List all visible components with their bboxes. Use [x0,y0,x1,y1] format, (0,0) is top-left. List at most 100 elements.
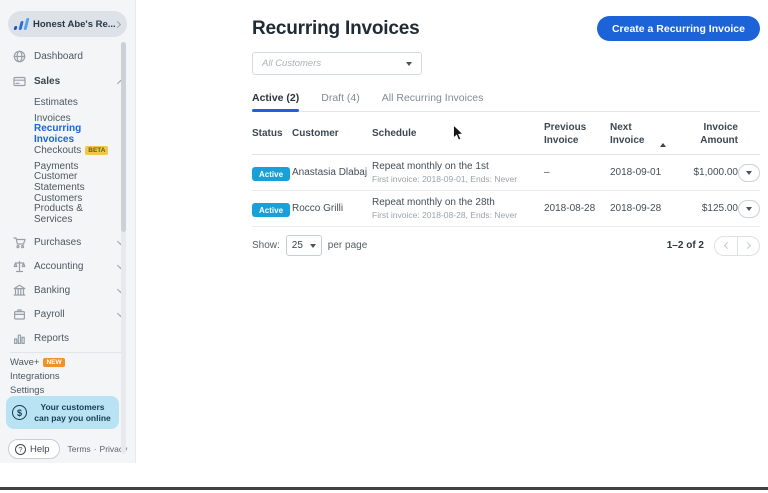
customer-cell: Anastasia Dlabaj [292,167,372,178]
schedule-detail: First invoice: 2018-09-01, Ends: Never [372,174,544,184]
sidebar-item-label: Purchases [34,237,118,248]
sidebar-item-products-services[interactable]: Products & Services [0,206,135,222]
sidebar-item-wave-plus[interactable]: Wave+ NEW [0,355,135,369]
caret-down-icon [746,207,752,211]
terms-link[interactable]: Terms [68,444,91,454]
legal-separator: · [94,444,97,454]
column-header-previous-invoice[interactable]: Previous Invoice [544,122,610,147]
bar-chart-icon [12,331,26,345]
column-header-status[interactable]: Status [252,128,292,141]
wave-logo-icon [14,18,30,30]
column-header-customer[interactable]: Customer [292,128,372,141]
sidebar-item-dashboard[interactable]: Dashboard [0,44,135,69]
invoice-amount-cell: $125.00 [680,203,738,214]
tab-bar: Active (2) Draft (4) All Recurring Invoi… [252,92,760,112]
column-header-next-invoice[interactable]: Next Invoice [610,122,680,147]
chevron-right-icon [744,242,751,249]
status-badge: Active [252,167,290,181]
callout-text: Your customers can pay you online [32,402,113,423]
main-content: Recurring Invoices Create a Recurring In… [136,0,768,463]
sidebar-item-label: Wave+ [10,357,39,368]
sidebar-scrollbar[interactable] [121,42,126,454]
sidebar-item-label: Settings [10,385,44,396]
help-label: Help [30,444,50,455]
cart-icon [12,235,26,249]
sidebar-item-label: Sales [34,76,118,87]
schedule-cell: Repeat monthly on the 1st First invoice:… [372,161,544,184]
column-header-schedule[interactable]: Schedule [372,128,544,141]
sidebar-item-customer-statements[interactable]: Customer Statements [0,174,135,190]
sidebar-item-reports[interactable]: Reports [0,326,135,350]
sidebar-item-label: Banking [34,285,118,296]
page-size-value: 25 [292,240,303,251]
show-label: Show: [252,240,280,251]
globe-icon [12,50,26,64]
sidebar-item-label: Customer Statements [34,171,123,193]
sidebar-item-estimates[interactable]: Estimates [0,94,135,110]
caret-down-icon [310,244,316,248]
next-page-button[interactable] [737,236,760,256]
customer-filter-value: All Customers [262,58,406,69]
chevron-right-icon [114,20,121,27]
caret-down-icon [406,62,412,66]
sidebar: Honest Abe's Re... Dashboard Sales Estim… [0,0,136,463]
sidebar-item-purchases[interactable]: Purchases [0,230,135,254]
bank-icon [12,283,26,297]
table-row[interactable]: Active Rocco Grilli Repeat monthly on th… [252,191,760,227]
app-window: Honest Abe's Re... Dashboard Sales Estim… [0,0,768,463]
sidebar-item-label: Estimates [34,97,78,108]
sidebar-footer: ? Help Terms · Privacy [8,439,127,459]
previous-invoice-cell: 2018-08-28 [544,203,610,214]
sidebar-nav: Dashboard Sales Estimates Invoices Recur… [0,37,135,397]
scrollbar-thumb[interactable] [121,42,126,232]
table-row[interactable]: Active Anastasia Dlabaj Repeat monthly o… [252,155,760,191]
badge-icon [12,307,26,321]
sidebar-item-recurring-invoices[interactable]: Recurring Invoices [0,126,135,142]
schedule-cell: Repeat monthly on the 28th First invoice… [372,197,544,220]
table-footer: Show: 25 per page 1–2 of 2 [252,235,760,256]
schedule-detail: First invoice: 2018-08-28, Ends: Never [372,210,544,220]
question-mark-icon: ? [15,444,26,455]
row-actions-button[interactable] [738,164,760,182]
business-selector[interactable]: Honest Abe's Re... [8,11,127,37]
sidebar-item-accounting[interactable]: Accounting [0,254,135,278]
help-button[interactable]: ? Help [8,439,60,459]
sidebar-item-payroll[interactable]: Payroll [0,302,135,326]
caret-down-icon [746,171,752,175]
sidebar-item-label: Integrations [10,371,60,382]
create-recurring-invoice-button[interactable]: Create a Recurring Invoice [597,16,760,41]
sidebar-item-label: Accounting [34,261,118,272]
previous-invoice-cell: – [544,167,610,178]
page-title: Recurring Invoices [252,18,419,40]
screenshot-bottom-border [0,487,768,490]
invoice-amount-cell: $1,000.00 [680,167,738,178]
prev-page-button[interactable] [714,236,737,256]
page-size-select[interactable]: 25 [286,235,322,256]
sidebar-item-label: Payroll [34,309,118,320]
status-badge: Active [252,203,290,217]
sidebar-item-label: Reports [34,333,123,344]
sidebar-item-banking[interactable]: Banking [0,278,135,302]
payments-promo-callout[interactable]: $ Your customers can pay you online [6,396,119,429]
tab-draft[interactable]: Draft (4) [321,92,360,111]
next-invoice-cell: 2018-09-28 [610,203,680,214]
sidebar-item-label: Products & Services [34,203,123,225]
tab-active[interactable]: Active (2) [252,92,299,111]
column-header-invoice-amount[interactable]: Invoice Amount [680,122,738,147]
page-header: Recurring Invoices Create a Recurring In… [252,16,760,41]
sidebar-item-label: Invoices [34,113,71,124]
pagination-range: 1–2 of 2 [667,240,704,251]
sidebar-item-label: Recurring Invoices [34,123,123,145]
sidebar-item-label: Customers [34,193,82,204]
beta-badge: BETA [85,146,108,155]
sidebar-item-settings[interactable]: Settings [0,383,135,397]
new-badge: NEW [43,358,64,367]
sidebar-item-sales[interactable]: Sales [0,69,135,94]
tab-all-recurring-invoices[interactable]: All Recurring Invoices [382,92,484,111]
per-page-label: per page [328,240,367,251]
table-header-row: Status Customer Schedule Previous Invoic… [252,112,760,155]
scales-icon [12,259,26,273]
sidebar-item-integrations[interactable]: Integrations [0,369,135,383]
row-actions-button[interactable] [738,200,760,218]
customer-filter-dropdown[interactable]: All Customers [252,52,422,75]
